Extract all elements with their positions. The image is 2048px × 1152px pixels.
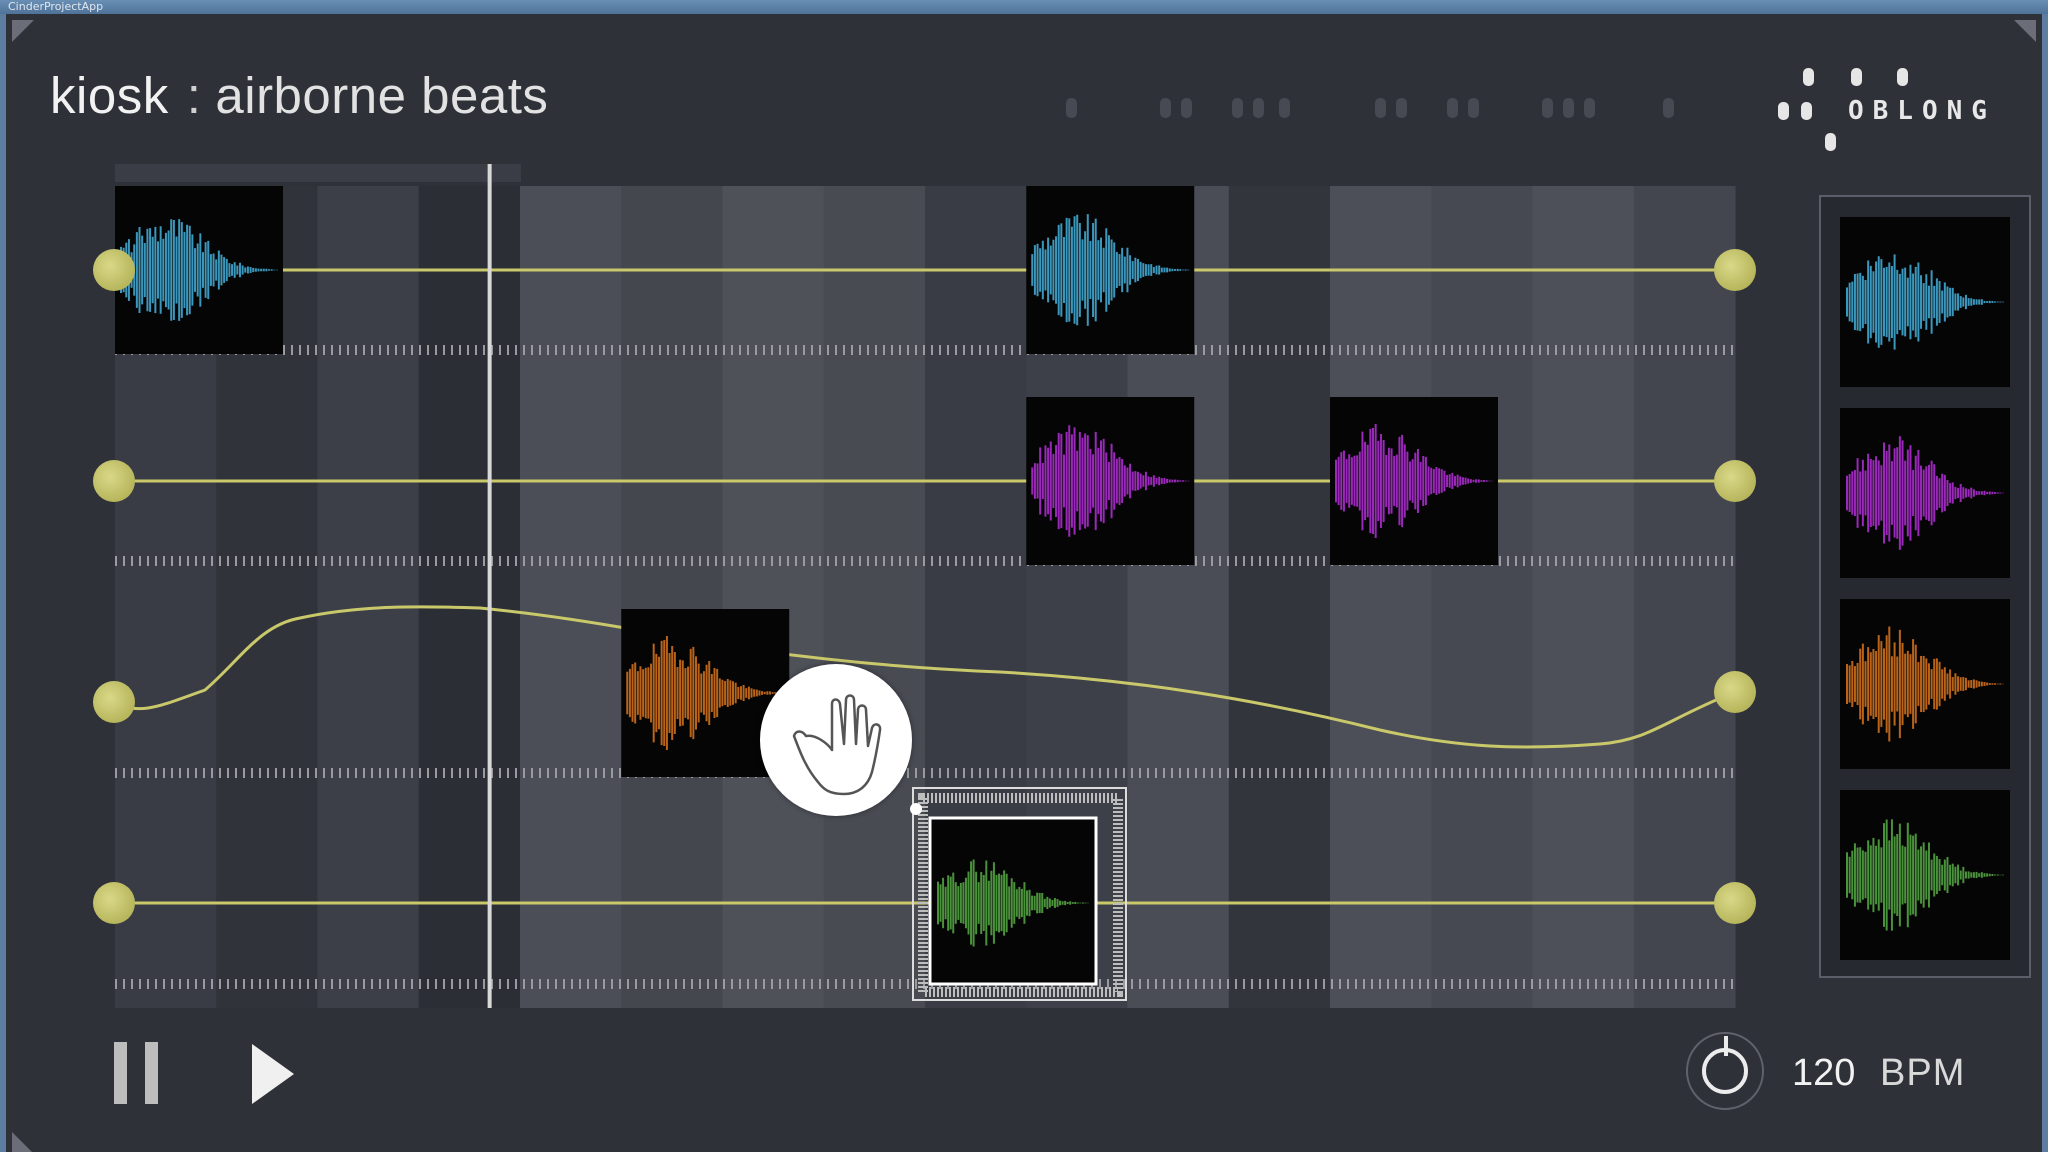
track-endpoint-handle[interactable] [1714,249,1756,291]
clip-track-1[interactable] [115,186,283,354]
play-icon [252,1044,294,1104]
sequencer-scene [12,20,2036,1152]
loop-region-bar[interactable] [115,164,521,182]
step-column [317,186,420,1008]
step-column [1228,186,1331,1008]
step-column [520,186,622,1008]
palette-blue-sample[interactable] [1840,217,2010,387]
playhead[interactable] [487,164,492,1008]
pause-button[interactable] [100,1030,160,1110]
hand-cursor-icon [792,694,882,796]
step-grid [115,186,1736,1008]
track-endpoint-handle[interactable] [1714,671,1756,713]
step-column [1532,186,1635,1008]
logo-text: OBLONG [1848,96,1996,126]
tick-row [115,768,1739,778]
clip-track-2[interactable] [1330,397,1498,565]
corner-mark-top-right [2014,20,2036,42]
track-endpoint-handle[interactable] [93,460,135,502]
step-column [722,186,825,1008]
clip-track-2[interactable] [1026,397,1195,565]
step-column [621,186,723,1008]
tick-row [115,345,1739,355]
palette-purple-sample[interactable] [1840,408,2010,578]
step-column [823,186,926,1008]
track-endpoint-handle[interactable] [93,249,135,291]
step-column [1431,186,1533,1008]
clip-track-1[interactable] [1026,186,1195,354]
palette-orange-sample[interactable] [1840,599,2010,769]
corner-mark-bottom-left [12,1132,32,1152]
track-endpoint-handle[interactable] [93,681,135,723]
step-column [1330,186,1432,1008]
step-column [418,186,521,1008]
hand-cursor [760,664,912,816]
play-button[interactable] [252,1044,294,1104]
bpm-knob[interactable] [1686,1032,1764,1110]
track-endpoint-handle[interactable] [1714,882,1756,924]
clip-track-4[interactable] [930,818,1096,984]
header-dots [1066,98,1674,118]
track-endpoint-handle[interactable] [93,882,135,924]
pause-icon [114,1042,127,1104]
step-column [1633,186,1736,1008]
palette-green-sample[interactable] [1840,790,2010,960]
bpm-unit: BPM [1880,1052,1966,1094]
bpm-value: 120 [1792,1052,1856,1094]
track-endpoint-handle[interactable] [1714,460,1756,502]
corner-mark-top-left [12,20,34,42]
